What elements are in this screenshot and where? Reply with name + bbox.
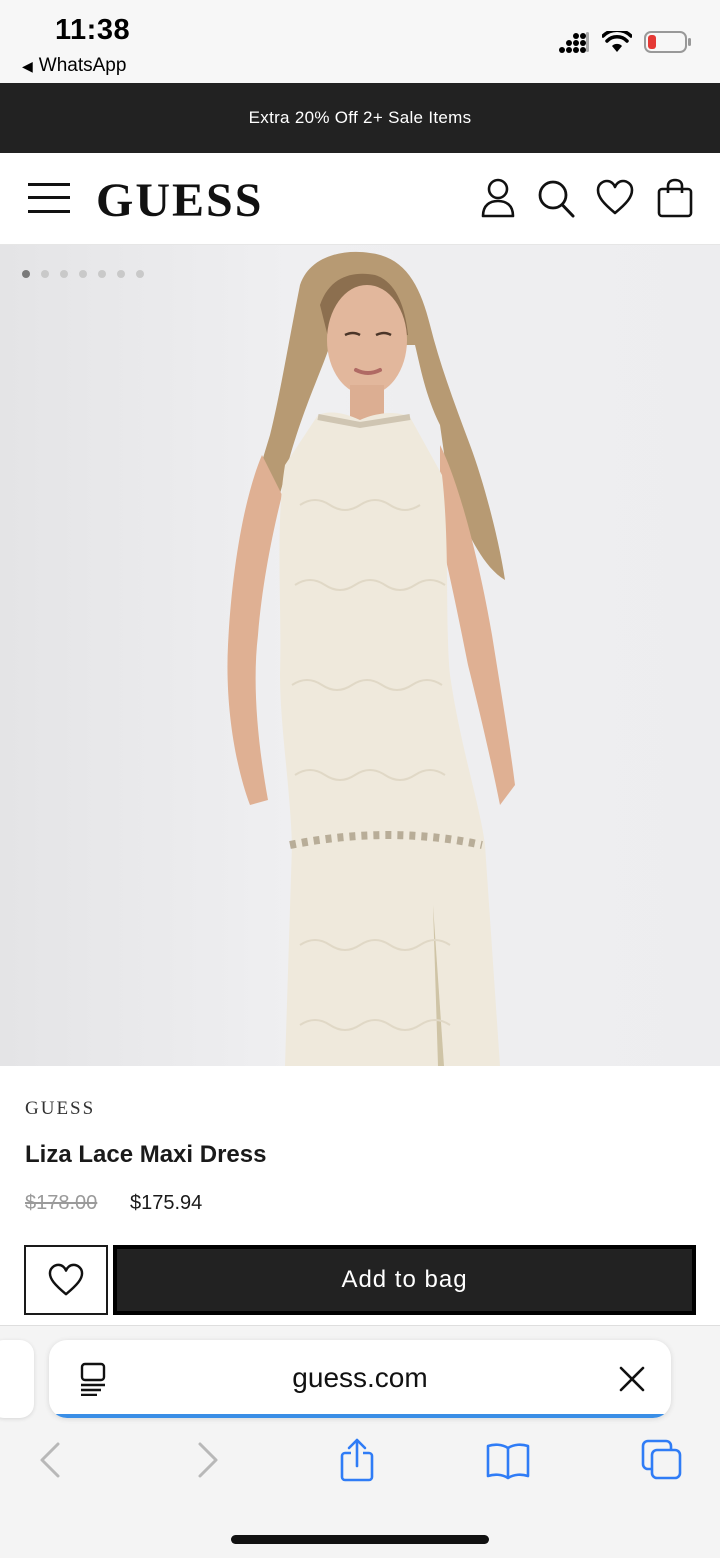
bookmarks-icon[interactable] [486,1438,530,1482]
search-icon[interactable] [536,177,576,219]
battery-icon [644,31,691,53]
wishlist-icon[interactable] [595,177,635,219]
clock: 11:38 [55,14,131,46]
previous-tab-preview[interactable] [0,1340,34,1418]
account-icon[interactable] [478,177,518,219]
back-app-label: WhatsApp [38,55,127,76]
status-icons [558,30,692,54]
guess-logo[interactable]: GUESS [96,173,263,228]
product-brand: GUESS [25,1098,96,1119]
browser-bottom-bar: guess.com [0,1325,720,1558]
wifi-icon [602,31,632,52]
stop-loading-icon[interactable] [619,1366,645,1392]
back-triangle-icon: ◀ [22,57,33,74]
menu-icon[interactable] [28,181,70,215]
sale-price: $175.94 [130,1192,203,1214]
status-bar: 11:38 ◀ WhatsApp [0,0,720,83]
add-to-bag-button[interactable]: Add to bag [113,1245,696,1315]
bag-icon[interactable] [655,177,695,219]
promo-text: Extra 20% Off 2+ Sale Items [248,108,472,127]
back-to-app-link[interactable]: ◀ WhatsApp [22,55,126,77]
url-text: guess.com [292,1362,428,1393]
original-price: $178.00 [25,1192,98,1214]
site-header: GUESS [0,153,720,245]
product-image-gallery[interactable] [0,245,720,1066]
signal-icon [559,32,589,53]
tabs-icon[interactable] [640,1438,684,1482]
product-name: Liza Lace Maxi Dress [25,1141,267,1168]
add-to-wishlist-button[interactable] [24,1245,108,1315]
share-icon[interactable] [335,1438,379,1482]
back-icon[interactable] [30,1438,74,1482]
home-indicator[interactable] [231,1535,489,1544]
page-load-progress [49,1414,671,1418]
product-photo [227,251,515,1066]
forward-icon[interactable] [184,1438,228,1482]
promo-banner[interactable]: Extra 20% Off 2+ Sale Items [0,83,720,153]
address-bar[interactable]: guess.com [49,1340,671,1418]
heart-icon [48,1263,84,1296]
